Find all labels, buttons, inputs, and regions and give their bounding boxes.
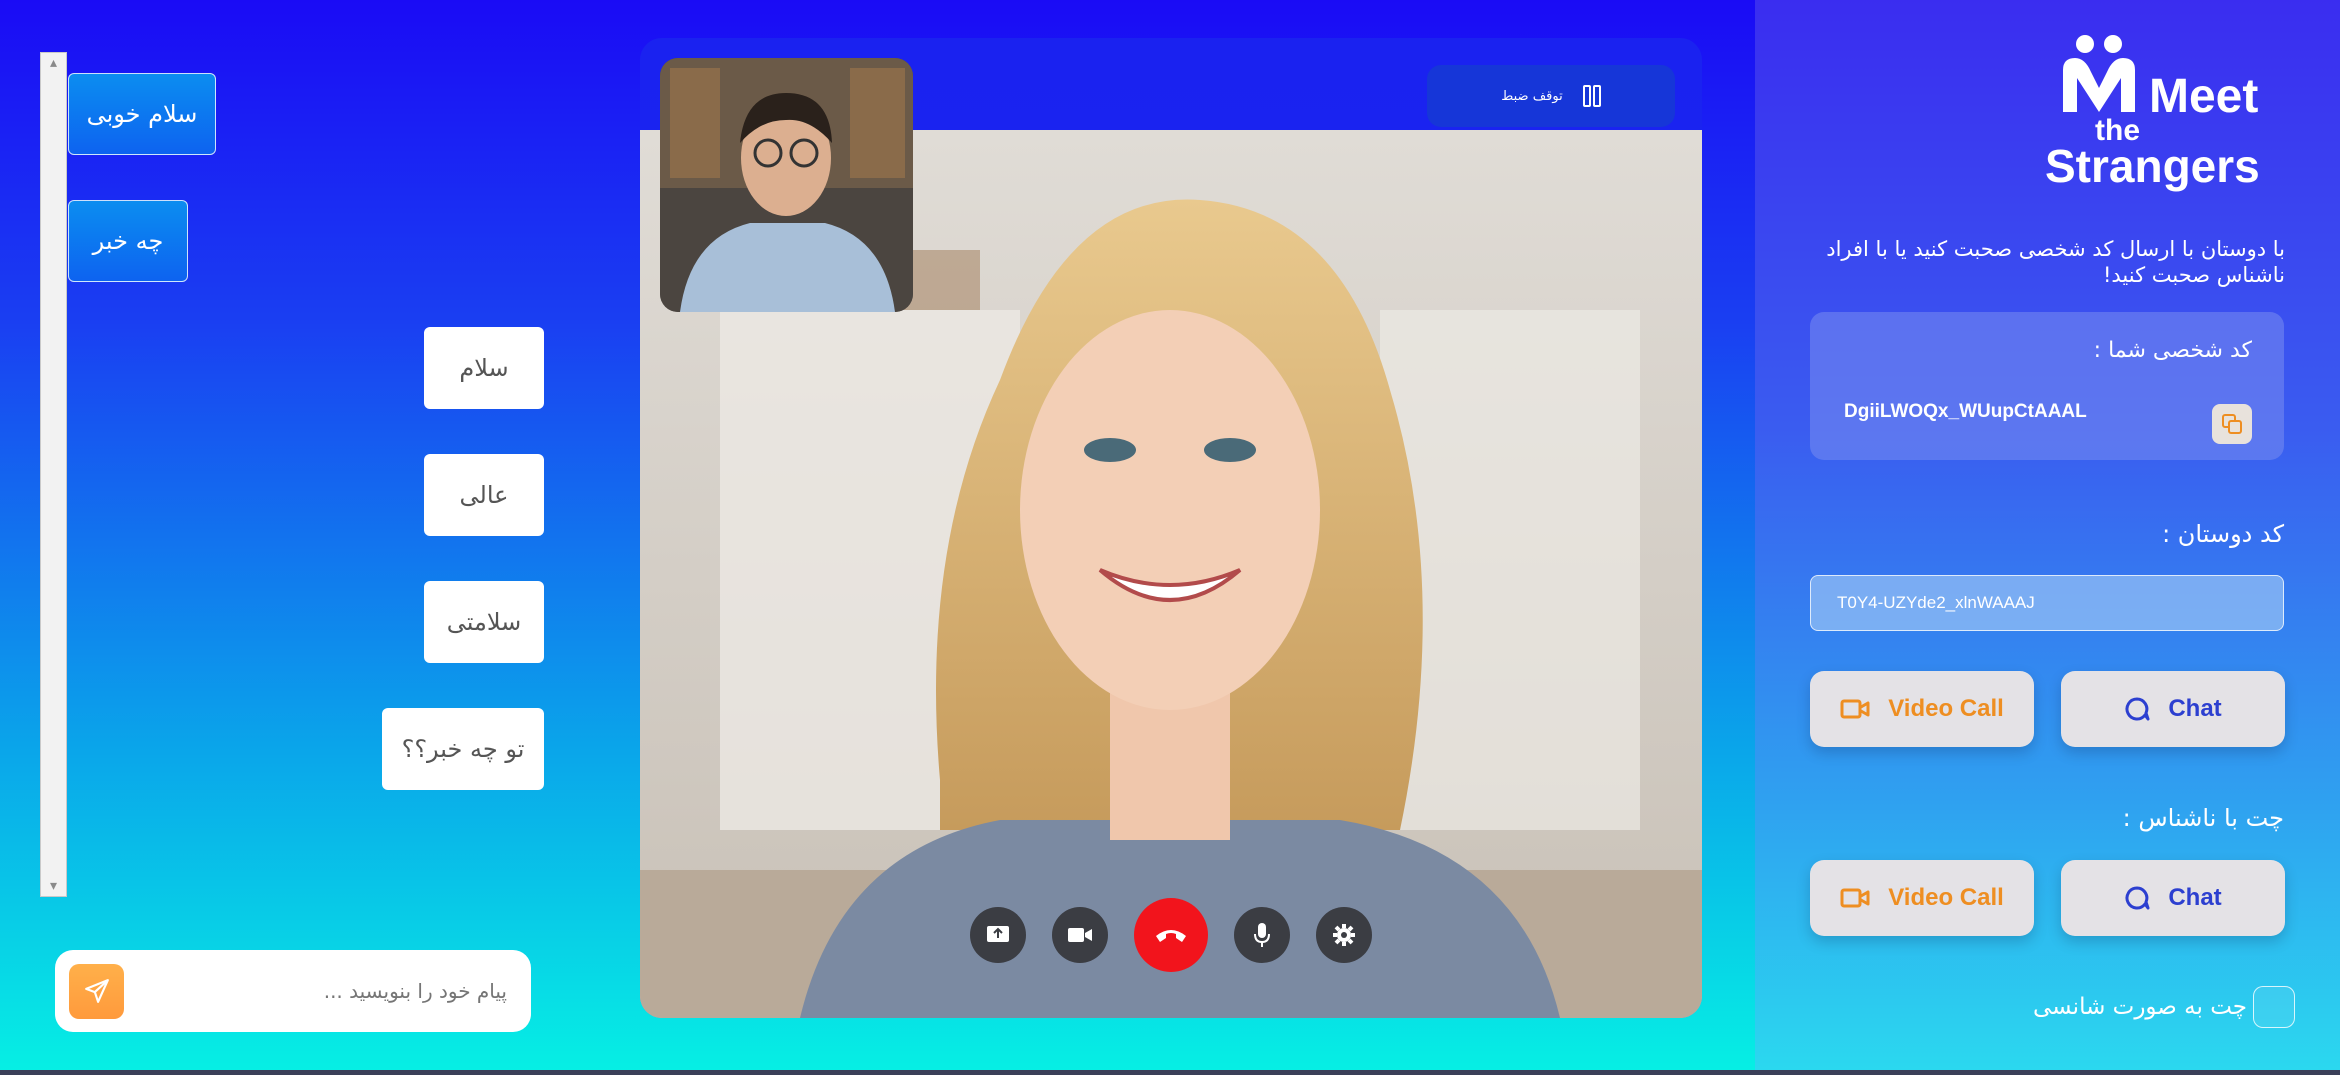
send-button[interactable] bbox=[69, 963, 124, 1019]
logo-word-1: Meet bbox=[2149, 70, 2258, 123]
chat-message-received: تو چه خبر؟؟ bbox=[382, 708, 544, 790]
video-camera-icon bbox=[1840, 888, 1870, 908]
camera-button[interactable] bbox=[1052, 907, 1108, 963]
settings-icon bbox=[1333, 924, 1355, 946]
chat-bubble-icon bbox=[2125, 697, 2150, 721]
chat-message-received: عالی bbox=[424, 454, 544, 536]
random-chat-checkbox[interactable] bbox=[2253, 986, 2295, 1028]
personal-code-title: کد شخصی شما : bbox=[2093, 338, 2252, 363]
bottom-bar bbox=[0, 1070, 2340, 1075]
stranger-chat-button[interactable]: Chat bbox=[2061, 860, 2285, 936]
friends-code-title: کد دوستان : bbox=[2162, 520, 2284, 548]
stranger-video-call-button[interactable]: Video Call bbox=[1810, 860, 2034, 936]
mic-button[interactable] bbox=[1234, 907, 1290, 963]
copy-button[interactable] bbox=[2212, 404, 2252, 444]
local-video bbox=[660, 58, 913, 312]
end-call-button[interactable] bbox=[1134, 898, 1208, 972]
friend-chat-button[interactable]: Chat bbox=[2061, 671, 2285, 747]
chat-bubble-icon bbox=[2125, 886, 2150, 910]
random-chat-label: چت به صورت شانسی bbox=[2032, 994, 2247, 1020]
chat-label: Chat bbox=[2168, 884, 2222, 911]
video-panel: توقف ضبط bbox=[640, 38, 1702, 1018]
record-label: توقف ضبط bbox=[1501, 88, 1563, 104]
scroll-down-icon[interactable]: ▾ bbox=[41, 878, 66, 894]
personal-code-card: کد شخصی شما : DgiiLWOQx_WUupCtAAAL bbox=[1810, 312, 2284, 460]
video-call-label: Video Call bbox=[1888, 695, 2004, 722]
stranger-chat-title: چت با ناشناس : bbox=[2122, 804, 2284, 832]
stop-recording-button[interactable]: توقف ضبط bbox=[1427, 65, 1675, 127]
video-call-label: Video Call bbox=[1888, 884, 2004, 911]
local-participant-image bbox=[660, 58, 913, 312]
message-input[interactable] bbox=[124, 979, 517, 1003]
friend-code-input[interactable] bbox=[1810, 575, 2284, 631]
message-composer bbox=[55, 950, 531, 1032]
call-controls bbox=[640, 898, 1702, 972]
chat-label: Chat bbox=[2168, 695, 2222, 722]
logo-word-3: Strangers bbox=[2045, 140, 2260, 192]
personal-code-value: DgiiLWOQx_WUupCtAAAL bbox=[1844, 401, 2087, 422]
send-icon bbox=[84, 979, 109, 1003]
chat-message-sent: چه خبر bbox=[68, 200, 188, 282]
camera-icon bbox=[1068, 928, 1092, 942]
app-logo: Meet the Strangers bbox=[2045, 35, 2260, 192]
copy-icon bbox=[2222, 414, 2242, 434]
random-chat-toggle[interactable]: چت به صورت شانسی bbox=[2025, 985, 2295, 1029]
screen-share-icon bbox=[987, 926, 1009, 942]
chat-message-sent: سلام خوبی bbox=[68, 73, 216, 155]
scroll-up-icon[interactable]: ▴ bbox=[41, 55, 66, 71]
mic-icon bbox=[1254, 923, 1270, 947]
friend-video-call-button[interactable]: Video Call bbox=[1810, 671, 2034, 747]
screen-share-button[interactable] bbox=[970, 907, 1026, 963]
video-camera-icon bbox=[1840, 699, 1870, 719]
sidebar: Meet the Strangers با دوستان با ارسال کد… bbox=[1755, 0, 2340, 1070]
chat-message-received: سلام bbox=[424, 327, 544, 409]
intro-text: با دوستان با ارسال کد شخصی صحبت کنید یا … bbox=[1826, 237, 2285, 287]
settings-button[interactable] bbox=[1316, 907, 1372, 963]
pause-icon bbox=[1582, 85, 1601, 107]
chat-message-received: سلامتی bbox=[424, 581, 544, 663]
end-call-icon bbox=[1156, 930, 1186, 942]
chat-scrollbar[interactable]: ▴ ▾ bbox=[40, 52, 67, 897]
